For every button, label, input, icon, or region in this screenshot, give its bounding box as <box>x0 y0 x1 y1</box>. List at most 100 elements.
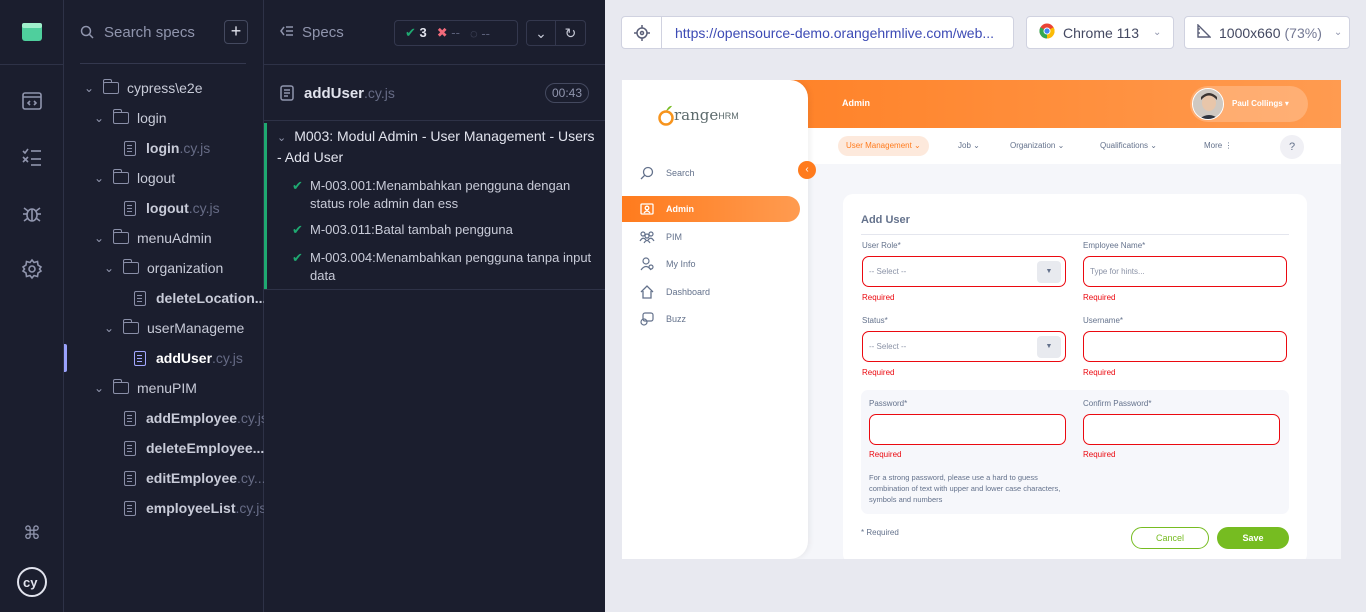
user-avatar <box>1192 88 1224 120</box>
tab-user-management[interactable]: User Management ⌄ <box>838 136 929 156</box>
tree-folder-menupim[interactable]: ⌄ menuPIM <box>64 373 264 403</box>
file-icon <box>124 200 136 216</box>
cancel-button[interactable]: Cancel <box>1131 527 1209 549</box>
tree-file-adduser[interactable]: addUser .cy.js <box>64 343 264 373</box>
specs-list-icon[interactable] <box>20 89 44 113</box>
failed-count: -- <box>451 25 460 40</box>
test-suite[interactable]: ⌄ M003: Modul Admin - User Management - U… <box>264 120 605 290</box>
folder-icon <box>112 229 129 244</box>
user-role-select[interactable]: -- Select -- ▼ <box>862 256 1066 287</box>
tree-folder-logout[interactable]: ⌄ logout <box>64 163 264 193</box>
settings-gear-icon[interactable] <box>20 257 44 281</box>
tab-more[interactable]: More ⋮ <box>1196 136 1240 156</box>
spec-title: addUser.cy.js <box>304 85 395 102</box>
save-button[interactable]: Save <box>1217 527 1289 549</box>
tree-file-deleteemployee[interactable]: deleteEmployee... <box>64 433 264 463</box>
url-bar[interactable]: https://opensource-demo.orangehrmlive.co… <box>621 16 1014 49</box>
rail-divider <box>0 64 64 65</box>
spec-ext: .cy.js <box>364 85 395 101</box>
menu-pim[interactable]: PIM <box>622 224 800 250</box>
file-ext: .cy.js <box>179 140 211 156</box>
debug-bug-icon[interactable] <box>20 201 44 225</box>
tree-folder-login[interactable]: ⌄ login <box>64 103 264 133</box>
username-input[interactable] <box>1083 331 1287 362</box>
menu-label: Search <box>666 168 695 178</box>
menu-search[interactable]: Search <box>622 160 800 186</box>
app-logo-icon[interactable] <box>20 20 44 44</box>
specs-toggle[interactable]: Specs <box>280 24 344 41</box>
chevron-down-icon: ⌄ <box>93 171 105 185</box>
chevron-down-icon: ⌄ <box>277 132 287 144</box>
user-dropdown[interactable]: Paul Collings ▾ <box>1190 86 1308 122</box>
chevron-down-icon: ⌄ <box>103 261 115 275</box>
folder-icon <box>122 259 139 274</box>
menu-admin[interactable]: Admin <box>622 196 800 222</box>
search-underline <box>80 63 246 64</box>
pending-count: -- <box>481 25 490 41</box>
help-button[interactable]: ? <box>1280 135 1304 159</box>
chrome-icon <box>1039 23 1055 42</box>
file-icon <box>124 500 136 516</box>
admin-icon <box>638 200 656 218</box>
employee-name-input[interactable]: Type for hints... <box>1083 256 1287 287</box>
viewport-size: 1000x660 <box>1219 24 1281 41</box>
tree-folder-organization[interactable]: ⌄ organization <box>64 253 264 283</box>
logo-text-hrm: HRM <box>718 111 739 121</box>
user-name-text: Paul Collings <box>1232 99 1283 108</box>
employee-name-label: Employee Name* <box>1083 241 1146 250</box>
tab-organization[interactable]: Organization ⌄ <box>1002 136 1072 156</box>
rerun-icon[interactable]: ↻ <box>556 20 586 46</box>
tree-file-editemployee[interactable]: editEmployee .cy... <box>64 463 264 493</box>
test-item[interactable]: ✔ M-003.004:Menambahkan pengguna tanpa in… <box>292 249 592 285</box>
tree-file-logout[interactable]: logout .cy.js <box>64 193 264 223</box>
folder-label: login <box>137 110 167 126</box>
file-icon <box>134 350 146 366</box>
admin-subnav: User Management ⌄ Job ⌄ Organization ⌄ Q… <box>808 128 1341 164</box>
tree-folder-menuadmin[interactable]: ⌄ menuAdmin <box>64 223 264 253</box>
file-ext: .cy.js <box>212 350 243 366</box>
employee-name-error: Required <box>1083 293 1116 302</box>
new-spec-button[interactable]: + <box>224 20 248 44</box>
failed-x-icon: ✖ <box>436 25 448 40</box>
test-item[interactable]: ✔ M-003.011:Batal tambah pengguna <box>292 221 592 239</box>
passed-check-icon: ✔ <box>405 25 416 40</box>
tree-file-login[interactable]: login .cy.js <box>64 133 264 163</box>
menu-buzz[interactable]: Buzz <box>622 306 800 332</box>
folder-icon <box>112 379 129 394</box>
menu-dashboard[interactable]: Dashboard <box>622 279 800 305</box>
file-ext: .cy... <box>237 470 264 486</box>
browser-selector[interactable]: Chrome 113 ⌄ <box>1026 16 1174 49</box>
username-error: Required <box>1083 368 1116 377</box>
tab-qualifications[interactable]: Qualifications ⌄ <box>1092 136 1165 156</box>
chevron-down-icon: ⌄ <box>103 321 115 335</box>
passed-check-icon: ✔ <box>292 222 303 237</box>
confirm-password-label: Confirm Password* <box>1083 399 1152 408</box>
file-name: editEmployee <box>146 470 238 486</box>
file-icon <box>124 470 136 486</box>
tree-folder-usermanagement[interactable]: ⌄ userManageme <box>64 313 264 343</box>
folder-icon <box>112 109 129 124</box>
tree-file-deletelocation[interactable]: deleteLocation... <box>64 283 264 313</box>
menu-my-info[interactable]: My Info <box>622 251 800 277</box>
runs-icon[interactable] <box>20 145 44 169</box>
selector-playground-icon[interactable] <box>622 17 662 48</box>
tab-job[interactable]: Job ⌄ <box>950 136 988 156</box>
collapse-sidebar-button[interactable]: ‹ <box>798 161 816 179</box>
confirm-password-input[interactable] <box>1083 414 1280 445</box>
tree-file-addemployee[interactable]: addEmployee.cy.js <box>64 403 264 433</box>
file-name: login <box>146 140 180 156</box>
tree-folder-root[interactable]: ⌄ cypress\e2e <box>64 73 264 103</box>
password-input[interactable] <box>869 414 1066 445</box>
aut-iframe: Admin Paul Collings ▾ User Management ⌄ … <box>622 80 1341 559</box>
viewport-selector[interactable]: 1000x660 (73%) ⌄ <box>1184 16 1350 49</box>
pending-circle-icon: ◌ <box>469 25 478 41</box>
keyboard-shortcuts-icon[interactable]: ⌘ <box>20 521 44 545</box>
menu-label: PIM <box>666 232 683 242</box>
search-specs-input[interactable]: Search specs <box>104 24 195 41</box>
test-item[interactable]: ✔ M-003.001:Menambahkan pengguna dengan s… <box>292 177 592 213</box>
tree-file-employeelist[interactable]: employeeList .cy.js <box>64 493 264 523</box>
chevron-down-icon[interactable]: ⌄ <box>526 20 556 46</box>
suite-title[interactable]: ⌄ M003: Modul Admin - User Management - U… <box>277 127 597 167</box>
pim-people-icon <box>638 228 656 246</box>
status-select[interactable]: -- Select -- ▼ <box>862 331 1066 362</box>
